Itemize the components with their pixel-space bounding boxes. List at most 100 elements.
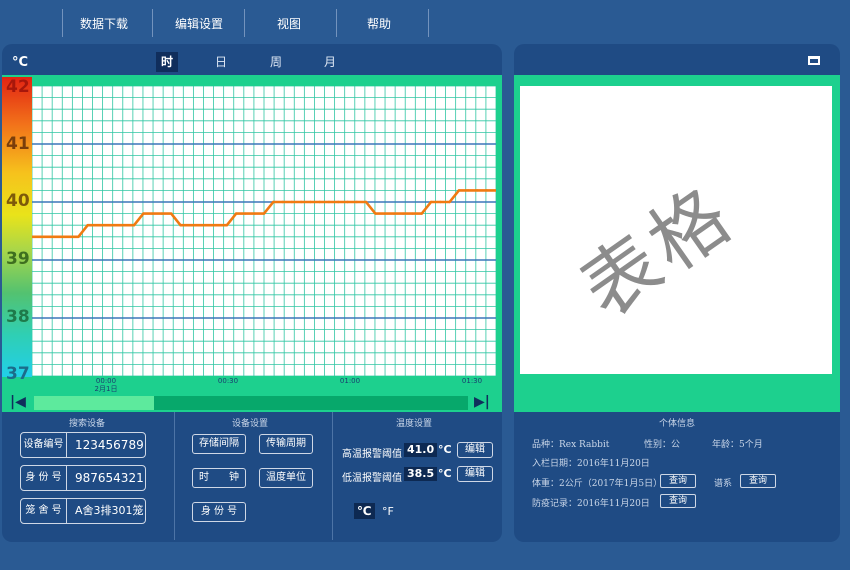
data-point (448, 200, 451, 204)
menu-separator (428, 9, 429, 37)
breed-text: 品种：Rex Rabbit (532, 440, 610, 450)
pedigree-query-button[interactable]: 查询 (740, 474, 776, 488)
fahrenheit-toggle[interactable]: °F (382, 505, 394, 518)
data-point (207, 224, 210, 227)
entry-date-text: 入栏日期：2016年11月20日 (532, 459, 650, 469)
data-point (58, 235, 62, 238)
individual-info-title: 个体信息 (658, 419, 695, 429)
id-number-button[interactable]: 身 份 号 (192, 502, 246, 522)
scale-label-42: 42 (6, 77, 30, 97)
id-number-label: 身 份 号 (21, 466, 67, 490)
data-point (170, 212, 173, 215)
data-point (346, 200, 349, 204)
weight-query-button[interactable]: 查询 (660, 474, 696, 488)
data-point (179, 224, 182, 227)
data-point (281, 200, 284, 204)
cage-number-value: A舍3排301笼 (75, 504, 144, 517)
table-area: 表格 (520, 86, 832, 374)
scale-label-40: 40 (6, 191, 30, 211)
id-number-value: 987654321 (75, 471, 144, 485)
settings-panel: 搜索设备 设备设置 温度设置 设备编号 123456789 身 份 号 9876… (2, 412, 502, 542)
search-device-title: 搜索设备 (68, 419, 105, 429)
sex-text: 性别：公 (644, 440, 681, 450)
data-point (420, 212, 423, 215)
weight-text: 体重：2公斤（2017年1月5日） (532, 479, 663, 489)
data-point (439, 200, 442, 204)
data-point (197, 224, 201, 227)
id-number-field[interactable]: 身 份 号 987654321 (20, 465, 146, 491)
date-label: 2月1日 (94, 385, 118, 393)
scale-label-37: 37 (6, 364, 30, 384)
edit-high-temp-button[interactable]: 编辑 (457, 442, 493, 458)
device-number-field[interactable]: 设备编号 123456789 (20, 432, 146, 458)
high-temp-alarm-label: 高温报警阈值 (342, 449, 402, 460)
data-point (188, 224, 191, 227)
data-point (225, 224, 229, 227)
data-point (457, 189, 461, 192)
data-point (86, 224, 89, 227)
tab-hour[interactable]: 时 (156, 52, 178, 72)
storage-interval-button[interactable]: 存储间隔 (192, 434, 246, 454)
time-label-0130: 01:30 (461, 377, 483, 385)
temperature-unit-button[interactable]: 温度单位 (259, 468, 313, 488)
temperature-color-scale: 42 41 40 39 38 37 (2, 77, 32, 384)
menu-help[interactable]: 帮助 (334, 15, 424, 32)
data-point (67, 235, 71, 238)
cage-number-label: 笼 舍 号 (21, 499, 67, 523)
clock-button[interactable]: 时 钟 (192, 468, 246, 488)
menu-edit-settings[interactable]: 编辑设置 (154, 15, 244, 32)
data-point (374, 212, 377, 215)
tab-week[interactable]: 周 (265, 52, 287, 72)
section-divider (332, 412, 333, 540)
vaccine-record-text: 防疫记录：2016年11月20日 (532, 499, 650, 509)
transmit-period-button[interactable]: 传输周期 (259, 434, 313, 454)
data-point (383, 212, 386, 215)
data-point (123, 224, 127, 227)
data-point (132, 224, 136, 227)
data-point (466, 189, 470, 192)
data-point (49, 235, 52, 238)
data-point (160, 212, 164, 215)
unit-label: °C (12, 55, 29, 70)
device-settings-title: 设备设置 (231, 419, 268, 429)
data-point (309, 200, 312, 204)
edit-low-temp-button[interactable]: 编辑 (457, 466, 493, 482)
low-temp-unit: °C (438, 467, 452, 480)
scroll-right-arrow[interactable]: ▶| (474, 394, 490, 410)
data-point (411, 212, 414, 215)
vaccine-query-button[interactable]: 查询 (660, 494, 696, 508)
menu-separator (152, 9, 153, 37)
scroll-left-arrow[interactable]: |◀ (10, 394, 26, 410)
tab-day[interactable]: 日 (210, 52, 232, 72)
low-temp-alarm-value: 38.5 (404, 467, 438, 481)
data-point (40, 235, 43, 238)
device-number-value: 123456789 (75, 438, 144, 452)
data-point (290, 200, 294, 204)
data-point (402, 212, 405, 215)
individual-info-panel: 个体信息 品种：Rex Rabbit 性别：公 年龄：5个月 入栏日期：2016… (514, 412, 840, 542)
scale-label-41: 41 (6, 134, 30, 154)
data-point (392, 212, 396, 215)
tab-month[interactable]: 月 (319, 52, 341, 72)
menu-bar: 数据下载 编辑设置 视图 帮助 (0, 0, 850, 44)
data-point (216, 224, 219, 227)
celsius-toggle[interactable]: ℃ (354, 503, 375, 519)
cage-number-field[interactable]: 笼 舍 号 A舍3排301笼 (20, 498, 146, 524)
data-point (244, 212, 247, 215)
data-point (105, 224, 108, 227)
high-temp-unit: °C (438, 443, 452, 456)
data-point (151, 212, 154, 215)
maximize-icon[interactable] (808, 56, 820, 65)
pedigree-label: 谱系 (714, 479, 733, 489)
time-label-0030: 00:30 (217, 377, 239, 385)
high-temp-alarm-value: 41.0 (404, 443, 438, 457)
low-temp-alarm-label: 低温报警阈值 (342, 473, 402, 484)
data-point (485, 189, 488, 192)
temperature-plot (32, 86, 496, 376)
menu-view[interactable]: 视图 (244, 15, 334, 32)
data-point (364, 200, 368, 204)
menu-data-download[interactable]: 数据下载 (59, 15, 149, 32)
data-point (272, 200, 275, 204)
data-point (262, 212, 266, 215)
scrollbar-thumb[interactable] (34, 396, 154, 410)
